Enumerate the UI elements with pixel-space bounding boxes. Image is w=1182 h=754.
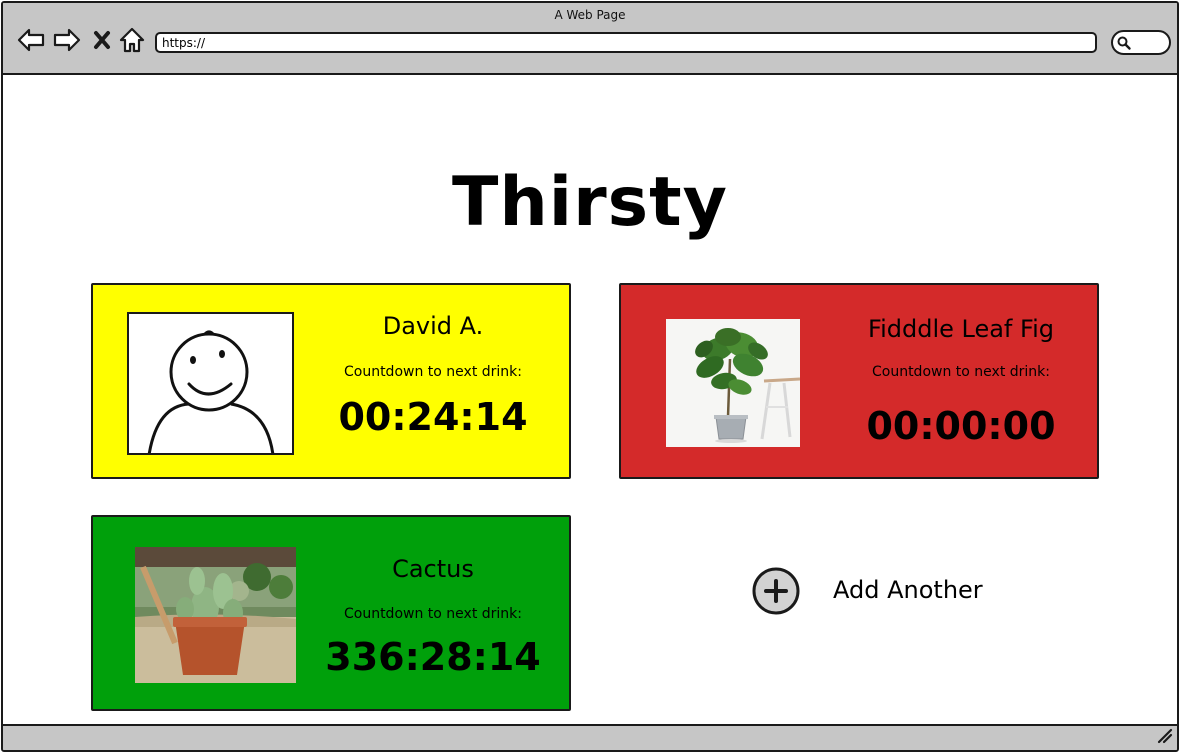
back-arrow-icon[interactable] [16, 25, 46, 55]
card-name: David A. [382, 312, 484, 340]
card-countdown-label: Countdown to next drink: [871, 364, 1050, 380]
browser-toolbar: A Web Page [3, 3, 1177, 75]
cactus-photo [135, 547, 296, 683]
plus-circle-icon[interactable] [751, 566, 801, 616]
card-countdown-label: Countdown to next drink: [343, 606, 522, 622]
card-countdown-label: Countdown to next drink: [343, 364, 522, 380]
plant-card-david[interactable]: David A. Countdown to next drink: 00:24:… [91, 283, 571, 479]
card-name: Cactus [392, 555, 474, 583]
close-icon[interactable] [90, 25, 120, 55]
add-another-label: Add Another [833, 576, 983, 604]
plant-card-cactus[interactable]: Cactus Countdown to next drink: 336:28:1… [91, 515, 571, 711]
forward-arrow-icon[interactable] [52, 25, 82, 55]
url-input[interactable] [155, 32, 1097, 53]
add-another-button[interactable]: Add Another [751, 566, 1011, 616]
card-name: Fidddle Leaf Fig [868, 315, 1054, 343]
page-title: Thirsty [452, 163, 728, 242]
avatar [127, 312, 294, 455]
card-countdown-timer: 336:28:14 [325, 635, 541, 679]
fiddle-leaf-fig-photo [666, 319, 800, 447]
window-title: A Web Page [554, 8, 626, 22]
browser-window: A Web Page https:// Thirsty David A. Cou… [1, 1, 1179, 752]
smiley-avatar-icon [147, 330, 275, 453]
card-countdown-timer: 00:24:14 [338, 395, 528, 439]
home-icon[interactable] [117, 25, 147, 55]
browser-status-bar [3, 724, 1177, 750]
search-icon [1117, 36, 1131, 50]
search-field[interactable] [1111, 30, 1171, 55]
plant-card-fiddle-leaf-fig[interactable]: Fidddle Leaf Fig Countdown to next drink… [619, 283, 1099, 479]
resize-grip-icon[interactable] [1155, 726, 1173, 748]
card-countdown-timer: 00:00:00 [866, 404, 1056, 448]
